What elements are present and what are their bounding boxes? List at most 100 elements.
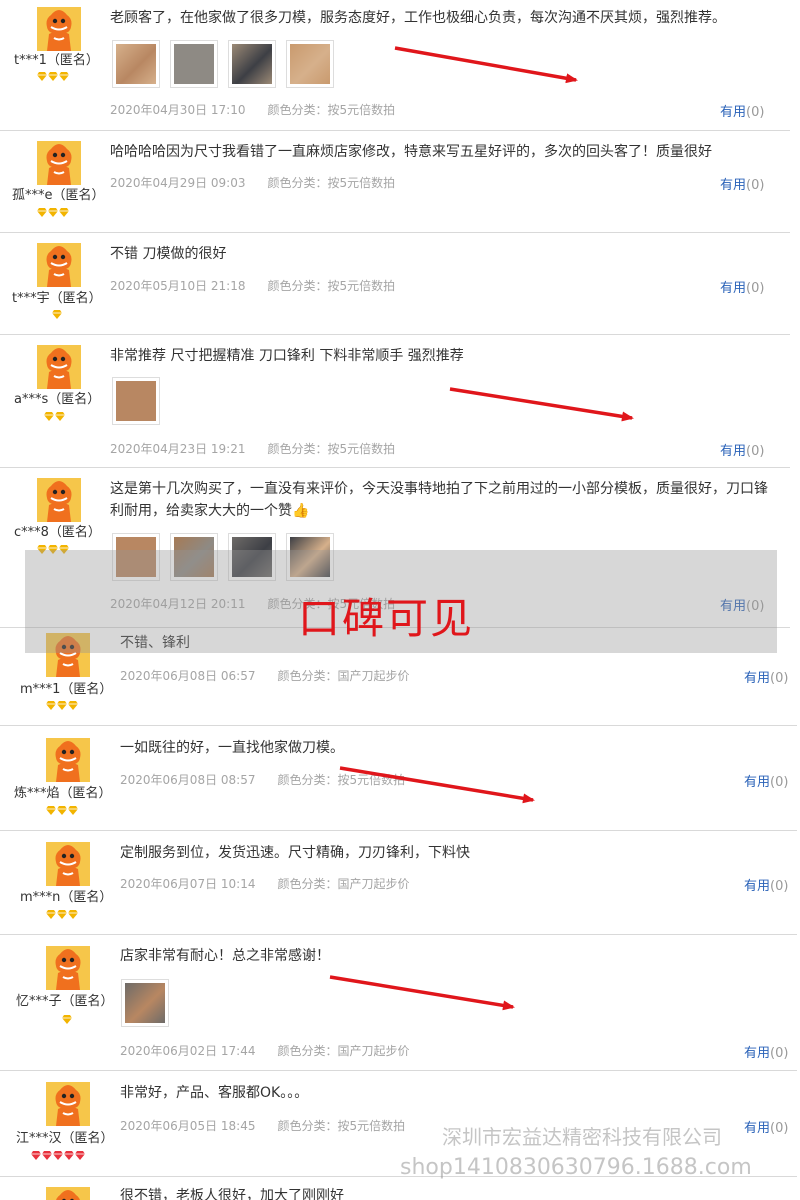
mascot-icon (46, 481, 72, 522)
wood-plate-photo-4[interactable] (286, 40, 334, 88)
useful-button[interactable]: 有用(0) (720, 440, 764, 459)
useful-label: 有用 (720, 105, 747, 120)
username[interactable]: 孤***e（匿名） (12, 184, 105, 203)
useful-count: (0) (770, 1121, 789, 1136)
overlay-caption: 口碑可见 (298, 594, 475, 643)
review-category: 颜色分类：按5元倍数拍 (277, 1119, 406, 1133)
avatar[interactable] (46, 1082, 90, 1126)
review-date: 2020年06月05日 18:45 (120, 1119, 256, 1133)
review-meta: 2020年04月30日 17:10 颜色分类：按5元倍数拍 (110, 101, 395, 118)
useful-label: 有用 (720, 178, 747, 193)
review-text: 老顾客了，在他家做了很多刀模，服务态度好，工作也极细心负责，每次沟通不厌其烦，强… (110, 10, 726, 26)
review-category: 颜色分类：国产刀起步价 (277, 877, 410, 891)
username[interactable]: a***s（匿名） (14, 388, 100, 407)
review-date: 2020年04月29日 09:03 (110, 176, 246, 190)
rank-gems (46, 806, 78, 816)
leather-product-photo[interactable] (121, 979, 169, 1027)
wood-plate-photo-2[interactable] (170, 40, 218, 88)
avatar[interactable] (37, 345, 81, 389)
review-text: 一如既往的好，一直找他家做刀模。 (120, 740, 344, 756)
review-text: 定制服务到位，发货迅速。尺寸精确，刀刃锋利，下料快 (120, 845, 470, 861)
avatar[interactable] (37, 141, 81, 185)
username[interactable]: 江***汉（匿名） (16, 1127, 114, 1146)
review-meta: 2020年05月10日 21:18 颜色分类：按5元倍数拍 (110, 277, 395, 294)
useful-button[interactable]: 有用(0) (744, 1042, 788, 1061)
review-text: 哈哈哈哈因为尺寸我看错了一直麻烦店家修改，特意来写五星好评的，多次的回头客了！质… (110, 144, 712, 160)
useful-count: (0) (746, 105, 765, 120)
review-category: 颜色分类：按5元倍数拍 (277, 773, 406, 787)
review-category: 颜色分类：按5元倍数拍 (267, 279, 396, 293)
review-text: 不错 刀模做的很好 (110, 246, 227, 262)
rank-diamond-icon (68, 806, 78, 815)
watermark-company: 深圳市宏益达精密科技有限公司 (442, 1125, 722, 1149)
review-text: 非常好，产品、客服都OK。。。 (120, 1085, 309, 1101)
username[interactable]: t***宇（匿名） (12, 287, 102, 306)
review-item: 炼***焰（匿名） 一如既往的好，一直找他家做刀模。 2020年06月08日 0… (0, 726, 797, 831)
useful-button[interactable]: 有用(0) (744, 1117, 788, 1136)
rank-diamond-icon (57, 806, 67, 815)
rank-diamond-icon (52, 310, 62, 319)
rank-diamond-icon (59, 72, 69, 81)
useful-label: 有用 (744, 1046, 771, 1061)
rank-gems (46, 701, 78, 711)
review-images (121, 979, 169, 1027)
mascot-icon (55, 949, 81, 990)
review-meta: 2020年04月23日 19:21 颜色分类：按5元倍数拍 (110, 440, 395, 457)
useful-button[interactable]: 有用(0) (720, 174, 764, 193)
review-meta: 2020年06月05日 18:45 颜色分类：按5元倍数拍 (120, 1117, 405, 1134)
username[interactable]: t***1（匿名） (14, 49, 99, 68)
useful-count: (0) (770, 671, 789, 686)
wood-plate-photo-3[interactable] (228, 40, 276, 88)
mascot-icon (46, 10, 72, 51)
rank-diamond-icon (53, 1151, 63, 1160)
rank-diamond-icon (62, 1015, 72, 1024)
useful-button[interactable]: 有用(0) (744, 875, 788, 894)
useful-button[interactable]: 有用(0) (720, 101, 764, 120)
rank-diamond-icon (57, 701, 67, 710)
review-meta: 2020年06月07日 10:14 颜色分类：国产刀起步价 (120, 875, 410, 892)
username[interactable]: 炼***焰（匿名） (14, 782, 112, 801)
rank-gems (37, 72, 69, 82)
useful-label: 有用 (720, 281, 747, 296)
rank-diamond-icon (59, 208, 69, 217)
avatar[interactable] (46, 946, 90, 990)
useful-button[interactable]: 有用(0) (720, 277, 764, 296)
avatar[interactable] (37, 478, 81, 522)
rank-diamond-icon (37, 72, 47, 81)
wood-plate-photo-1[interactable] (112, 40, 160, 88)
review-text: 很不错，老板人很好，加大了刚刚好 (120, 1188, 344, 1200)
review-item: m***n（匿名） 定制服务到位，发货迅速。尺寸精确，刀刃锋利，下料快 2020… (0, 831, 797, 935)
username[interactable]: m***1（匿名） (20, 678, 112, 697)
mascot-icon (55, 741, 81, 782)
useful-count: (0) (770, 1046, 789, 1061)
rank-diamond-icon (55, 412, 65, 421)
avatar[interactable] (37, 243, 81, 287)
rank-diamond-icon (31, 1151, 41, 1160)
username[interactable]: c***8（匿名） (14, 521, 101, 540)
rank-gems (44, 412, 65, 422)
cut-leather-photo[interactable] (112, 377, 160, 425)
avatar[interactable] (46, 1187, 90, 1200)
useful-button[interactable]: 有用(0) (744, 771, 788, 790)
avatar[interactable] (46, 842, 90, 886)
useful-count: (0) (746, 444, 765, 459)
review-date: 2020年04月30日 17:10 (110, 103, 246, 117)
rank-gems (52, 310, 62, 320)
useful-button[interactable]: 有用(0) (744, 667, 788, 686)
rank-diamond-icon (64, 1151, 74, 1160)
rank-gems (62, 1015, 72, 1025)
rank-diamond-icon (42, 1151, 52, 1160)
review-images (112, 377, 160, 425)
username[interactable]: 忆***子（匿名） (16, 990, 114, 1009)
mascot-icon (55, 1085, 81, 1126)
username[interactable]: m***n（匿名） (20, 886, 112, 905)
useful-label: 有用 (744, 775, 771, 790)
useful-label: 有用 (744, 1121, 771, 1136)
avatar[interactable] (37, 7, 81, 51)
review-meta: 2020年06月08日 06:57 颜色分类：国产刀起步价 (120, 667, 410, 684)
avatar[interactable] (46, 738, 90, 782)
review-date: 2020年05月10日 21:18 (110, 279, 246, 293)
rank-diamond-icon (48, 208, 58, 217)
review-images (112, 40, 334, 88)
mascot-icon (56, 1190, 80, 1200)
